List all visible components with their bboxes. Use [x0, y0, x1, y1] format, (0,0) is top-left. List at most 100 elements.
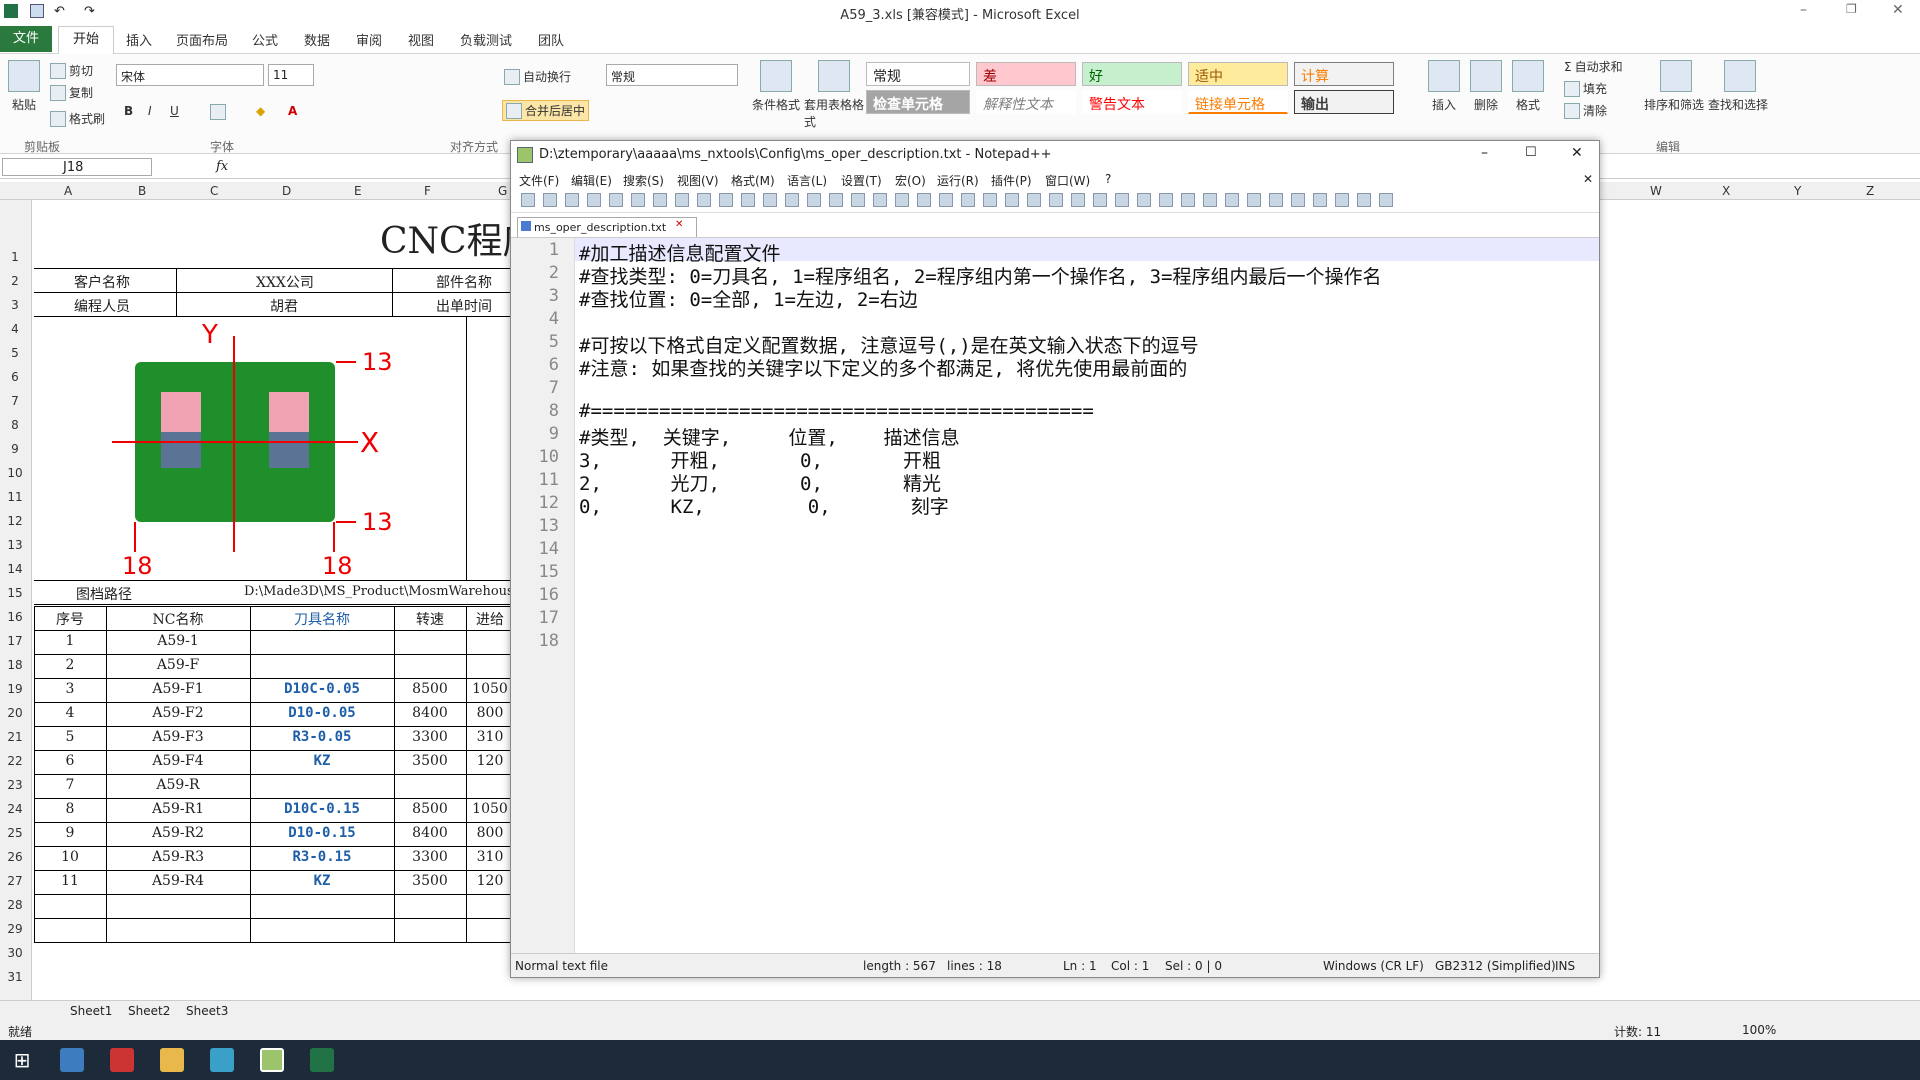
row-header[interactable]: 13 [0, 538, 30, 552]
table-cell[interactable]: A59-F [106, 657, 250, 673]
row-header[interactable]: 12 [0, 514, 30, 528]
code-line[interactable]: #注意: 如果查找的关键字以下定义的多个都满足, 将优先使用最前面的 [579, 354, 1187, 381]
merge-center-button[interactable]: 合并后居中 [502, 100, 590, 121]
npp-toolbar-icon[interactable] [741, 193, 755, 207]
col-header-b[interactable]: B [138, 184, 146, 198]
tab-close-icon[interactable]: ✕ [675, 219, 683, 230]
col-header-w[interactable]: W [1650, 184, 1662, 198]
cut-button[interactable]: 剪切 [50, 62, 93, 79]
table-cell[interactable]: A59-R4 [106, 873, 250, 889]
style-explanatory[interactable]: 解释性文本 [976, 90, 1076, 114]
npp-toolbar-icon[interactable] [895, 193, 909, 207]
npp-toolbar-icon[interactable] [1291, 193, 1305, 207]
style-output[interactable]: 输出 [1294, 90, 1394, 114]
npp-toolbar-icon[interactable] [851, 193, 865, 207]
taskbar-app2-icon[interactable] [210, 1048, 234, 1072]
row-header[interactable]: 6 [0, 370, 30, 384]
col-header-a[interactable]: A [64, 184, 72, 198]
row-header[interactable]: 30 [0, 946, 30, 960]
tab-review[interactable]: 审阅 [356, 30, 382, 49]
npp-toolbar-icon[interactable] [565, 193, 579, 207]
tab-data[interactable]: 数据 [304, 30, 330, 49]
npp-menu-format[interactable]: 格式(M) [731, 172, 775, 189]
row-header[interactable]: 17 [0, 634, 30, 648]
conditional-format-icon[interactable] [760, 60, 792, 92]
font-name-select[interactable]: 宋体 [116, 64, 264, 86]
npp-toolbar-icon[interactable] [961, 193, 975, 207]
npp-toolbar-icon[interactable] [675, 193, 689, 207]
npp-toolbar-icon[interactable] [1357, 193, 1371, 207]
npp-editor[interactable]: 1 2 3 4 5 6 7 8 9 10 11 12 13 14 15 16 17 18 #加工描述信息配置文件 #… [511, 237, 1599, 954]
col-header-f[interactable]: F [424, 184, 431, 198]
npp-toolbar-icon[interactable] [807, 193, 821, 207]
table-cell[interactable]: 1 [34, 633, 106, 649]
npp-menu-language[interactable]: 语言(L) [787, 172, 827, 189]
format-painter-button[interactable]: 格式刷 [50, 110, 105, 127]
tab-page-layout[interactable]: 页面布局 [176, 30, 228, 49]
npp-toolbar-icon[interactable] [1027, 193, 1041, 207]
font-color-button[interactable]: A [288, 104, 297, 118]
npp-minimize-icon[interactable]: – [1481, 145, 1488, 161]
table-cell[interactable]: 120 [466, 753, 514, 769]
row-header[interactable]: 27 [0, 874, 30, 888]
row-header[interactable]: 16 [0, 610, 30, 624]
insert-cells-button[interactable]: 插入 [1432, 96, 1456, 113]
delete-cells-icon[interactable] [1470, 60, 1502, 92]
col-header-z[interactable]: Z [1866, 184, 1874, 198]
table-cell[interactable]: A59-R3 [106, 849, 250, 865]
sheet-tab-1[interactable]: Sheet1 [70, 1004, 112, 1018]
row-header[interactable]: 3 [0, 298, 30, 312]
npp-toolbar-icon[interactable] [1203, 193, 1217, 207]
start-windows-icon[interactable]: ⊞ [10, 1048, 34, 1072]
row-header[interactable]: 1 [0, 250, 30, 264]
npp-toolbar-icon[interactable] [521, 193, 535, 207]
table-cell[interactable]: 9 [34, 825, 106, 841]
row-header[interactable]: 26 [0, 850, 30, 864]
table-cell[interactable]: 8500 [394, 801, 466, 817]
table-cell[interactable]: D10-0.05 [250, 705, 394, 721]
npp-toolbar-icon[interactable] [983, 193, 997, 207]
table-cell[interactable]: A59-F1 [106, 681, 250, 697]
row-header[interactable]: 5 [0, 346, 30, 360]
paste-icon[interactable] [8, 60, 40, 92]
zoom-level[interactable]: 100% [1742, 1023, 1776, 1037]
col-header-x[interactable]: X [1722, 184, 1730, 198]
format-cells-button[interactable]: 格式 [1516, 96, 1540, 113]
row-header[interactable]: 11 [0, 490, 30, 504]
table-cell[interactable]: 3500 [394, 873, 466, 889]
row-header[interactable]: 29 [0, 922, 30, 936]
table-cell[interactable]: A59-F3 [106, 729, 250, 745]
taskbar-excel-icon[interactable] [310, 1048, 334, 1072]
delete-cells-button[interactable]: 删除 [1474, 96, 1498, 113]
table-cell[interactable]: 2 [34, 657, 106, 673]
npp-toolbar-icon[interactable] [873, 193, 887, 207]
npp-toolbar-icon[interactable] [697, 193, 711, 207]
table-cell[interactable]: 3500 [394, 753, 466, 769]
table-cell[interactable]: A59-F4 [106, 753, 250, 769]
npp-toolbar-icon[interactable] [1269, 193, 1283, 207]
style-warning[interactable]: 警告文本 [1082, 90, 1182, 114]
npp-toolbar-icon[interactable] [631, 193, 645, 207]
npp-toolbar-icon[interactable] [719, 193, 733, 207]
row-header[interactable]: 14 [0, 562, 30, 576]
tab-insert[interactable]: 插入 [126, 30, 152, 49]
name-box[interactable]: J18 [2, 158, 152, 176]
style-normal[interactable]: 常规 [866, 62, 970, 86]
row-header[interactable]: 2 [0, 274, 30, 288]
npp-menu-help[interactable]: ? [1105, 172, 1111, 186]
npp-toolbar-icon[interactable] [1335, 193, 1349, 207]
npp-toolbar-icon[interactable] [543, 193, 557, 207]
row-header[interactable]: 8 [0, 418, 30, 432]
table-cell[interactable]: A59-R2 [106, 825, 250, 841]
npp-menu-view[interactable]: 视图(V) [677, 172, 719, 189]
table-cell[interactable]: A59-F2 [106, 705, 250, 721]
table-cell[interactable]: D10C-0.05 [250, 681, 394, 697]
sheet-tab-2[interactable]: Sheet2 [128, 1004, 170, 1018]
format-cells-icon[interactable] [1512, 60, 1544, 92]
autosum-button[interactable]: Σ 自动求和 [1564, 58, 1623, 75]
table-cell[interactable]: 310 [466, 849, 514, 865]
npp-toolbar-icon[interactable] [939, 193, 953, 207]
find-select-button[interactable]: 查找和选择 [1708, 96, 1768, 113]
npp-menu-edit[interactable]: 编辑(E) [571, 172, 612, 189]
npp-doc-close-icon[interactable]: ✕ [1583, 172, 1593, 186]
